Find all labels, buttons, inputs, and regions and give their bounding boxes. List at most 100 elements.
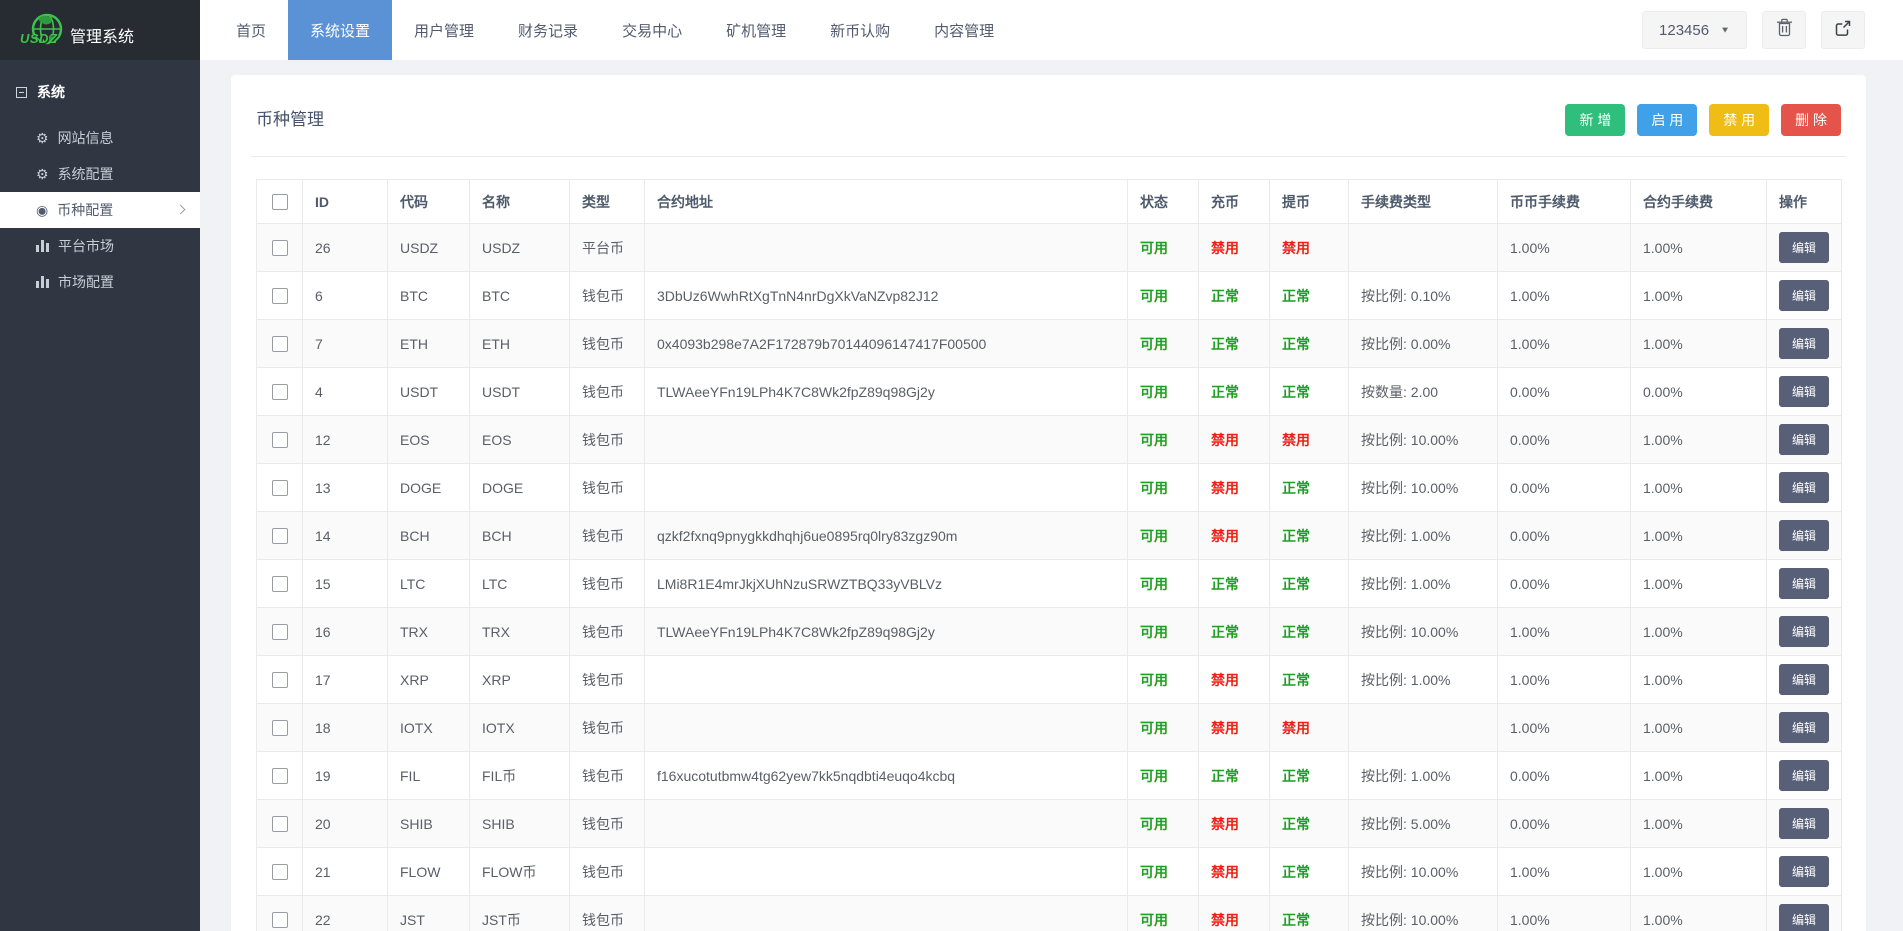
nav-item-new-coin-subscription[interactable]: 新币认购	[808, 0, 912, 60]
cell-code: BTC	[388, 272, 470, 320]
cell-type: 钱包币	[570, 512, 645, 560]
row-checkbox[interactable]	[272, 912, 288, 928]
edit-button[interactable]: 编辑	[1779, 472, 1829, 503]
cell-name: USDT	[470, 368, 570, 416]
edit-button[interactable]: 编辑	[1779, 568, 1829, 599]
row-checkbox[interactable]	[272, 384, 288, 400]
coin-management-card: 币种管理 新 增启 用禁 用删 除 ID代码名称类型合约地址状态充币提币手续费类…	[231, 75, 1866, 931]
row-checkbox[interactable]	[272, 576, 288, 592]
column-header-5: 状态	[1128, 180, 1199, 224]
cell-status: 可用	[1128, 368, 1199, 416]
edit-button[interactable]: 编辑	[1779, 664, 1829, 695]
row-checkbox[interactable]	[272, 720, 288, 736]
cell-name: XRP	[470, 656, 570, 704]
edit-button[interactable]: 编辑	[1779, 328, 1829, 359]
row-checkbox[interactable]	[272, 768, 288, 784]
cell-name: EOS	[470, 416, 570, 464]
nav-item-finance-records[interactable]: 财务记录	[496, 0, 600, 60]
sidebar-item-label: 市场配置	[58, 272, 114, 292]
sidebar-item-platform-market[interactable]: 平台市场	[0, 228, 200, 264]
cell-code: SHIB	[388, 800, 470, 848]
edit-button[interactable]: 编辑	[1779, 712, 1829, 743]
row-checkbox[interactable]	[272, 864, 288, 880]
column-header-3: 类型	[570, 180, 645, 224]
table-row-btc: 6BTCBTC钱包币3DbUz6WwhRtXgTnN4nrDgXkVaNZvp8…	[257, 272, 1842, 320]
cell-code: EOS	[388, 416, 470, 464]
row-checkbox[interactable]	[272, 480, 288, 496]
topbar: USDZ 管理系统 首页系统设置用户管理财务记录交易中心矿机管理新币认购内容管理…	[0, 0, 1903, 60]
edit-button[interactable]: 编辑	[1779, 808, 1829, 839]
cell-status: 可用	[1128, 896, 1199, 931]
nav-item-home[interactable]: 首页	[214, 0, 288, 60]
cell-actions: 编辑	[1767, 800, 1842, 848]
edit-button[interactable]: 编辑	[1779, 376, 1829, 407]
edit-button[interactable]: 编辑	[1779, 616, 1829, 647]
row-checkbox[interactable]	[272, 288, 288, 304]
cell-code: FIL	[388, 752, 470, 800]
edit-button[interactable]: 编辑	[1779, 520, 1829, 551]
coin-table: ID代码名称类型合约地址状态充币提币手续费类型币币手续费合约手续费操作 26US…	[256, 179, 1842, 931]
bar-chart-icon	[36, 240, 49, 252]
row-checkbox[interactable]	[272, 528, 288, 544]
row-checkbox[interactable]	[272, 432, 288, 448]
cell-spot-fee: 0.00%	[1498, 800, 1631, 848]
cell-actions: 编辑	[1767, 368, 1842, 416]
delete-button[interactable]: 删 除	[1781, 104, 1841, 136]
row-checkbox[interactable]	[272, 672, 288, 688]
edit-button[interactable]: 编辑	[1779, 904, 1829, 931]
disable-button[interactable]: 禁 用	[1709, 104, 1769, 136]
cell-contract-fee: 1.00%	[1631, 224, 1767, 272]
cell-status: 可用	[1128, 464, 1199, 512]
cell-id: 16	[303, 608, 388, 656]
trash-button[interactable]	[1762, 11, 1806, 49]
cell-actions: 编辑	[1767, 896, 1842, 931]
main-content: 币种管理 新 增启 用禁 用删 除 ID代码名称类型合约地址状态充币提币手续费类…	[200, 0, 1903, 931]
edit-button[interactable]: 编辑	[1779, 280, 1829, 311]
table-row-usdz: 26USDZUSDZ平台币可用禁用禁用1.00%1.00%编辑	[257, 224, 1842, 272]
nav-item-system-settings[interactable]: 系统设置	[288, 0, 392, 60]
cell-type: 钱包币	[570, 464, 645, 512]
row-checkbox[interactable]	[272, 624, 288, 640]
sidebar-item-site-info[interactable]: ⚙网站信息	[0, 120, 200, 156]
user-dropdown[interactable]: 123456 ▼	[1642, 11, 1747, 49]
cell-contract-address: 0x4093b298e7A2F172879b70144096147417F005…	[645, 320, 1128, 368]
sidebar-section-system[interactable]: 系统	[0, 60, 200, 112]
nav-item-miner-management[interactable]: 矿机管理	[704, 0, 808, 60]
row-checkbox[interactable]	[272, 816, 288, 832]
logo-text: USDZ	[20, 31, 57, 46]
enable-button[interactable]: 启 用	[1637, 104, 1697, 136]
nav-item-content-management[interactable]: 内容管理	[912, 0, 1016, 60]
edit-button[interactable]: 编辑	[1779, 856, 1829, 887]
sidebar-item-market-config[interactable]: 市场配置	[0, 264, 200, 300]
nav-item-user-management[interactable]: 用户管理	[392, 0, 496, 60]
cell-deposit: 禁用	[1199, 464, 1270, 512]
sidebar-item-system-config[interactable]: ⚙系统配置	[0, 156, 200, 192]
row-checkbox[interactable]	[272, 240, 288, 256]
sidebar-item-coin-config[interactable]: ◉币种配置	[0, 192, 200, 228]
cell-status: 可用	[1128, 416, 1199, 464]
edit-button[interactable]: 编辑	[1779, 424, 1829, 455]
select-all-checkbox[interactable]	[272, 194, 288, 210]
edit-button[interactable]: 编辑	[1779, 232, 1829, 263]
cell-contract-fee: 1.00%	[1631, 752, 1767, 800]
nav-item-trade-center[interactable]: 交易中心	[600, 0, 704, 60]
row-select-cell	[257, 464, 303, 512]
cell-fee-type: 按比例: 10.00%	[1349, 608, 1498, 656]
cell-status: 可用	[1128, 608, 1199, 656]
row-select-cell	[257, 608, 303, 656]
collapse-minus-icon	[16, 87, 27, 98]
cell-name: FLOW币	[470, 848, 570, 896]
edit-button[interactable]: 编辑	[1779, 760, 1829, 791]
cell-id: 18	[303, 704, 388, 752]
cell-deposit: 正常	[1199, 320, 1270, 368]
cell-code: IOTX	[388, 704, 470, 752]
logout-button[interactable]	[1821, 11, 1865, 49]
cell-contract-address: qzkf2fxnq9pnygkkdhqhj6ue0895rq0lry83zgz9…	[645, 512, 1128, 560]
cell-spot-fee: 0.00%	[1498, 416, 1631, 464]
cell-status: 可用	[1128, 320, 1199, 368]
cell-code: USDZ	[388, 224, 470, 272]
add-button[interactable]: 新 增	[1565, 104, 1625, 136]
row-checkbox[interactable]	[272, 336, 288, 352]
cell-withdraw: 正常	[1270, 608, 1349, 656]
cell-contract-fee: 1.00%	[1631, 848, 1767, 896]
